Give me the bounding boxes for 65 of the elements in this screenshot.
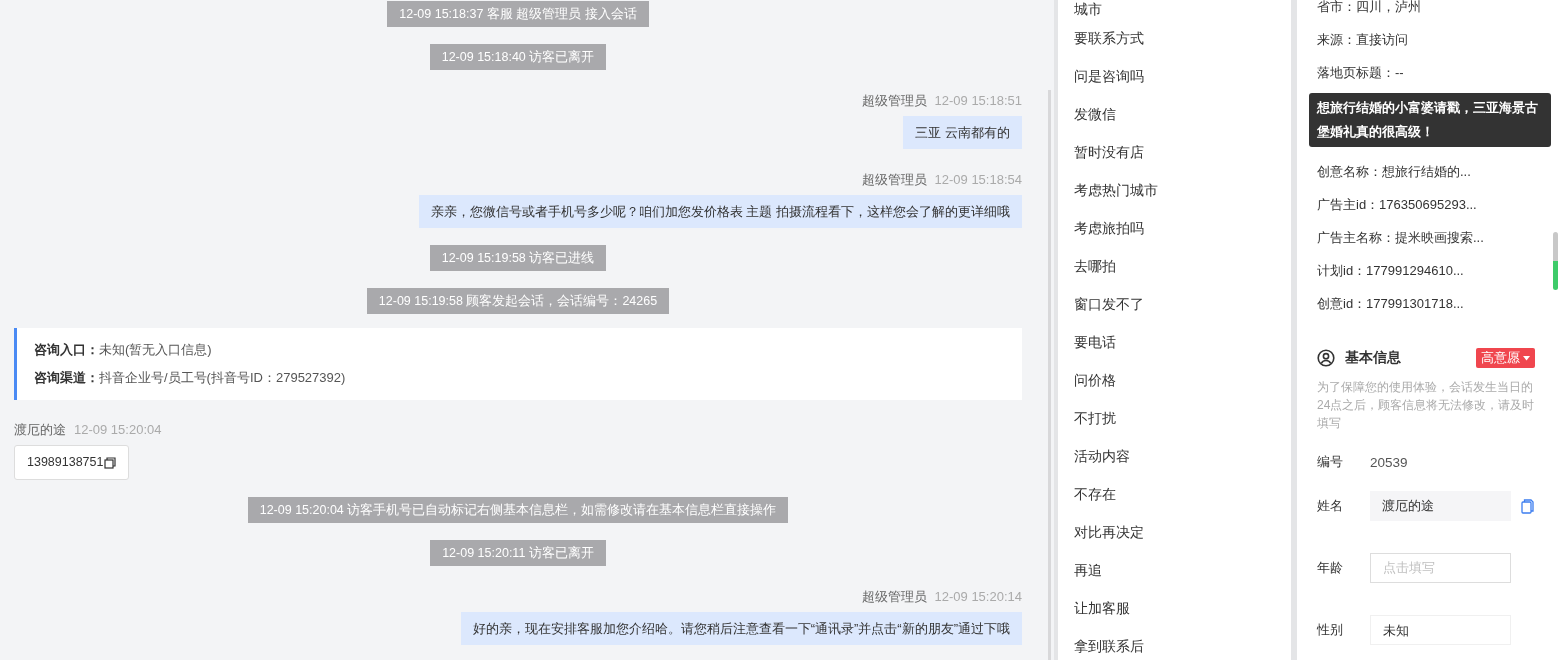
message-time: 12-09 15:18:54: [934, 172, 1022, 188]
quick-reply-item[interactable]: 要电话: [1058, 324, 1291, 362]
notice-text: 为了保障您的使用体验，会话发生当日的24点之后，顾客信息将无法修改，请及时填写: [1317, 379, 1536, 432]
quick-reply-item[interactable]: 问是咨询吗: [1058, 58, 1291, 96]
quick-reply-item[interactable]: 暂时没有店: [1058, 134, 1291, 172]
visitor-info-text: 省市：四川，泸州: [1317, 0, 1422, 14]
visitor-info-text: 落地页标题：--: [1317, 64, 1405, 82]
message-time: 12-09 15:18:51: [934, 93, 1022, 109]
quick-reply-item[interactable]: 问价格: [1058, 362, 1291, 400]
field-label: 姓名: [1317, 497, 1344, 515]
field-label: 年龄: [1317, 559, 1344, 577]
info-value: 抖音企业号/员工号(抖音号ID：279527392): [99, 370, 346, 385]
field-label: 性别: [1317, 621, 1344, 639]
message-bubble: 13989138751: [14, 445, 130, 480]
system-message: 12-09 15:20:11 访客已离开: [430, 540, 606, 566]
sender-name: 渡厄的途: [14, 422, 66, 438]
copy-icon[interactable]: [1521, 498, 1534, 514]
quick-reply-item[interactable]: 对比再决定: [1058, 514, 1291, 552]
quick-reply-item[interactable]: 窗口发不了: [1058, 286, 1291, 324]
visitor-info-text: 广告主id：176350695293...: [1317, 196, 1478, 214]
sender-name: 超级管理员: [861, 172, 927, 188]
caret-icon: [1523, 355, 1530, 361]
system-message: 12-09 15:18:37 客服 超级管理员 接入会话: [387, 1, 649, 27]
visitor-info-text: 创意名称：想旅行结婚的...: [1317, 163, 1472, 181]
sender-name: 超级管理员: [861, 93, 927, 109]
sender-name: 超级管理员: [861, 589, 927, 605]
message-bubble: 好的亲，现在安排客服加您介绍哈。请您稍后注意查看一下“通讯录”并点击“新的朋友”通过下哦: [460, 612, 1022, 645]
message-time: 12-09 15:20:04: [74, 422, 162, 438]
field-label: 编号: [1317, 453, 1344, 471]
message-time: 12-09 15:20:14: [934, 589, 1022, 605]
quick-reply-item[interactable]: 城市: [1058, 0, 1291, 20]
gender-select[interactable]: 未知: [1370, 615, 1511, 645]
quick-reply-item[interactable]: 要联系方式: [1058, 20, 1291, 58]
quick-reply-item[interactable]: 考虑热门城市: [1058, 172, 1291, 210]
age-input-field[interactable]: 点击填写: [1370, 553, 1511, 583]
scrollbar-thumb[interactable]: [1553, 232, 1558, 290]
info-label: 咨询入口：: [34, 342, 99, 357]
quick-reply-item[interactable]: 让加客服: [1058, 590, 1291, 628]
name-field[interactable]: 渡厄的途: [1370, 491, 1511, 521]
quick-reply-item[interactable]: 拿到联系后: [1058, 628, 1291, 660]
system-message: 12-09 15:19:58 顾客发起会话，会话编号：24265: [366, 288, 670, 314]
field-value: 20539: [1370, 454, 1408, 470]
system-message: 12-09 15:18:40 访客已离开: [429, 44, 607, 70]
quick-reply-item[interactable]: 去哪拍: [1058, 248, 1291, 286]
system-message: 12-09 15:20:04 访客手机号已自动标记右侧基本信息栏，如需修改请在基本信息栏直接操作: [247, 497, 789, 523]
quick-reply-item[interactable]: 考虑旅拍吗: [1058, 210, 1291, 248]
quick-reply-item[interactable]: 不存在: [1058, 476, 1291, 514]
message-bubble: 亲亲，您微信号或者手机号多少呢？咱们加您发价格表 主题 拍摄流程看下，这样您会了解的更详细哦: [418, 195, 1022, 228]
quick-reply-item[interactable]: 发微信: [1058, 96, 1291, 134]
visitor-info-text: 广告主名称：提米映画搜索...: [1317, 229, 1485, 247]
visitor-info-text: 来源：直接访问: [1317, 31, 1409, 49]
user-icon: [1317, 349, 1335, 367]
visitor-info-text: 创意id：177991301718...: [1317, 295, 1465, 313]
info-value: 未知(暂无入口信息): [99, 342, 212, 357]
intent-dropdown[interactable]: 高意愿: [1476, 348, 1535, 368]
info-label: 咨询渠道：: [34, 370, 99, 385]
copy-icon[interactable]: [104, 456, 117, 469]
quick-reply-item[interactable]: 不打扰: [1058, 400, 1291, 438]
section-title: 基本信息: [1345, 349, 1401, 367]
quick-reply-item[interactable]: 活动内容: [1058, 438, 1291, 476]
message-bubble: 三亚 云南都有的: [903, 116, 1022, 149]
quick-reply-item[interactable]: 再追: [1058, 552, 1291, 590]
system-message: 12-09 15:19:58 访客已进线: [429, 245, 607, 271]
visitor-info-text: 计划id：177991294610...: [1317, 262, 1465, 280]
tooltip: 想旅行结婚的小富婆请戳，三亚海景古堡婚礼真的很高级！: [1309, 93, 1551, 147]
